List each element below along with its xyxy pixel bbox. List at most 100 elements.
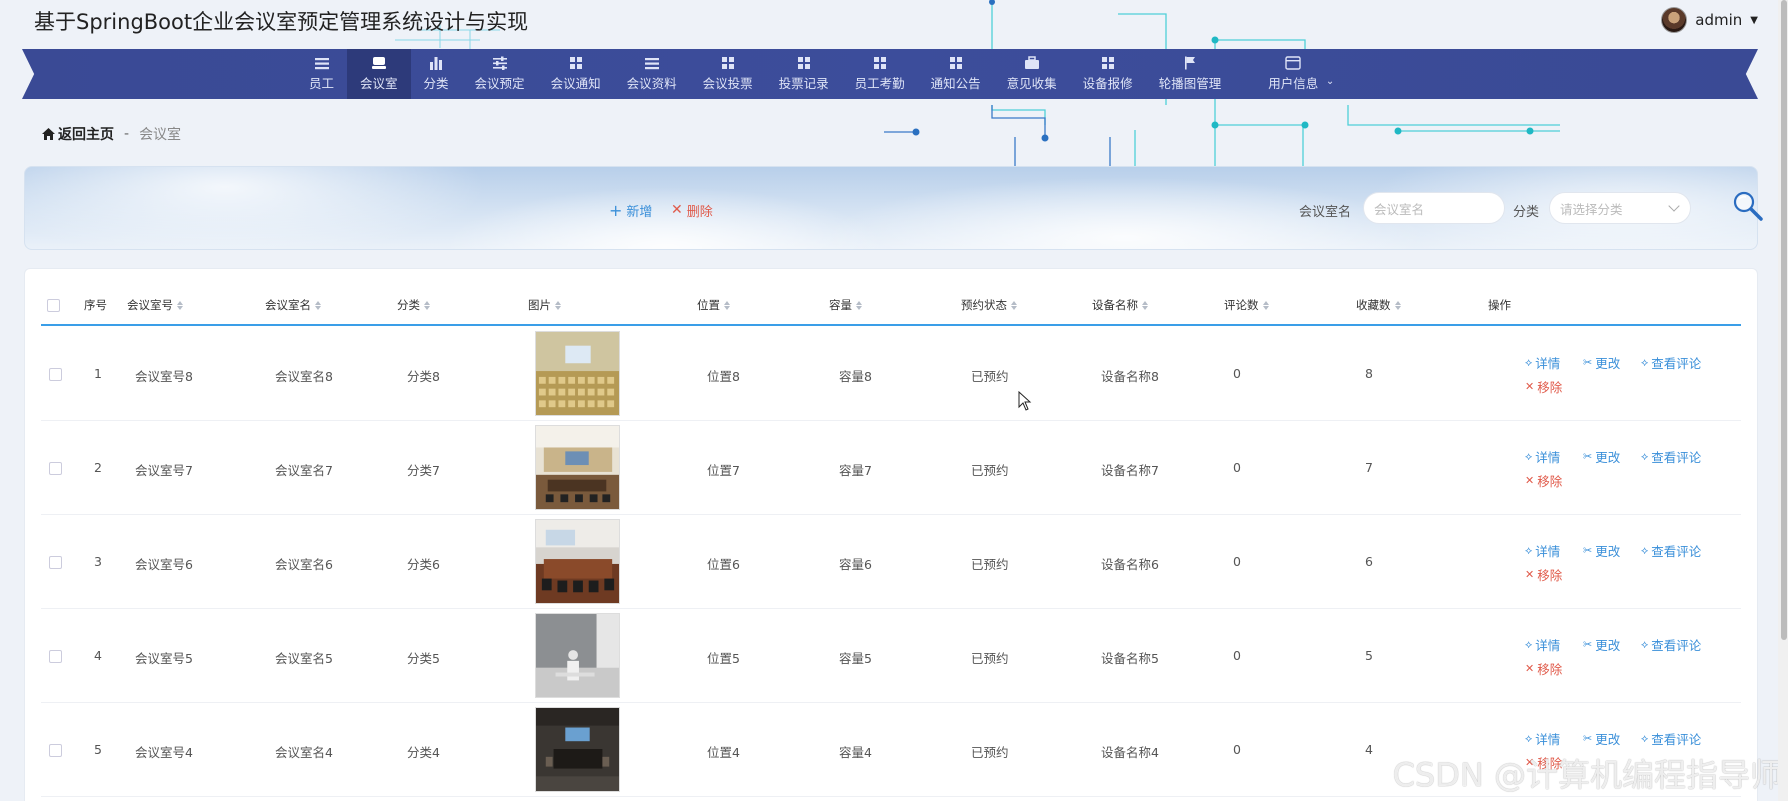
nav-item-6[interactable]: 会议投票 [690, 49, 766, 99]
sort-icon[interactable] [1262, 300, 1269, 310]
avatar[interactable] [1661, 7, 1688, 33]
th-category[interactable]: 分类 [397, 297, 430, 313]
cell-device: 设备名称7 [1101, 463, 1159, 478]
sort-icon[interactable] [555, 300, 561, 310]
remove-button-label: 移除 [1537, 474, 1563, 489]
sort-icon[interactable] [1011, 300, 1017, 310]
nav-item-2[interactable]: 分类 [411, 49, 462, 99]
nav-item-11[interactable]: 设备报修 [1070, 49, 1146, 99]
sort-icon[interactable] [1142, 300, 1148, 310]
detail-button[interactable]: ⟡ 详情 [1525, 447, 1560, 466]
th-comments[interactable]: 评论数 [1224, 297, 1269, 313]
nav-item-3[interactable]: 会议预定 [462, 49, 538, 99]
view-comments-button[interactable]: ⟡ 查看评论 [1641, 353, 1701, 372]
nav-item-5[interactable]: 会议资料 [614, 49, 690, 99]
th-location[interactable]: 位置 [697, 297, 730, 313]
detail-button[interactable]: ⟡ 详情 [1525, 541, 1560, 560]
room-name-input[interactable]: 会议室名 [1363, 192, 1505, 224]
nav-item-0[interactable]: 员工 [296, 49, 347, 99]
edit-button[interactable]: ✂ 更改 [1583, 447, 1620, 466]
sort-icon[interactable] [315, 300, 321, 310]
view-comments-button[interactable]: ⟡ 查看评论 [1641, 729, 1701, 748]
view-comments-button-label: 查看评论 [1651, 356, 1702, 371]
scissors-icon: ✂ [1583, 544, 1593, 557]
nav-item-label: 设备报修 [1082, 76, 1133, 91]
close-icon: ✕ [671, 202, 683, 218]
bar-chart-icon [428, 56, 444, 70]
edit-button[interactable]: ✂ 更改 [1583, 635, 1620, 654]
breadcrumb-home-label[interactable]: 返回主页 [58, 124, 114, 144]
th-status[interactable]: 预约状态 [961, 297, 1017, 313]
row-checkbox[interactable] [49, 650, 62, 663]
edit-button[interactable]: ✂ 更改 [1583, 729, 1620, 748]
th-device[interactable]: 设备名称 [1092, 297, 1148, 313]
view-comments-button[interactable]: ⟡ 查看评论 [1641, 447, 1701, 466]
category-select[interactable]: 请选择分类 [1549, 192, 1691, 224]
th-favorites[interactable]: 收藏数 [1356, 297, 1401, 313]
table-row: 4 会议室号5 会议室名5 分类5 位置5 容量5 已预约 设备名称5 0 5 ⟡ 详情 ✂ 更改 ⟡ 查看评… [41, 609, 1741, 703]
room-thumbnail[interactable] [535, 425, 620, 510]
remove-button[interactable]: ✕ 移除 [1525, 471, 1562, 490]
row-checkbox[interactable] [49, 462, 62, 475]
th-room-no[interactable]: 会议室号 [127, 297, 183, 313]
nav-item-9[interactable]: 通知公告 [918, 49, 994, 99]
nav-item-label: 投票记录 [778, 76, 829, 91]
room-thumbnail[interactable] [535, 707, 620, 792]
detail-icon: ⟡ [1525, 355, 1533, 369]
sort-icon[interactable] [1394, 300, 1401, 310]
view-comments-button[interactable]: ⟡ 查看评论 [1641, 541, 1701, 560]
cell-favorites: 8 [1365, 366, 1373, 381]
sort-icon[interactable] [724, 300, 730, 310]
room-thumbnail[interactable] [535, 613, 620, 698]
sort-icon[interactable] [177, 300, 183, 310]
search-icon[interactable] [1731, 189, 1765, 223]
remove-button[interactable]: ✕ 移除 [1525, 659, 1562, 678]
cell-comments: 0 [1233, 554, 1241, 569]
th-image[interactable]: 图片 [528, 297, 561, 313]
nav-item-7[interactable]: 投票记录 [766, 49, 842, 99]
username[interactable]: admin [1695, 11, 1742, 29]
cell-category: 分类4 [407, 745, 440, 760]
remove-button[interactable]: ✕ 移除 [1525, 565, 1562, 584]
breadcrumb-current: 会议室 [139, 127, 182, 143]
th-room-name[interactable]: 会议室名 [265, 297, 321, 313]
scrollbar-thumb[interactable] [1781, 0, 1787, 640]
cell-index: 1 [94, 366, 102, 381]
nav-item-13[interactable]: 用户信息 ⌄ [1234, 49, 1338, 99]
edit-button[interactable]: ✂ 更改 [1583, 541, 1620, 560]
room-thumbnail[interactable] [535, 519, 620, 604]
remove-button[interactable]: ✕ 移除 [1525, 377, 1562, 396]
th-category-label: 分类 [397, 298, 420, 312]
comment-icon: ⟡ [1641, 543, 1649, 557]
select-all-checkbox[interactable] [47, 299, 60, 312]
sort-icon[interactable] [424, 300, 430, 310]
cell-favorites: 4 [1365, 742, 1373, 757]
row-checkbox[interactable] [49, 744, 62, 757]
nav-item-12[interactable]: 轮播图管理 [1146, 49, 1235, 99]
edit-button[interactable]: ✂ 更改 [1583, 353, 1620, 372]
row-checkbox[interactable] [49, 556, 62, 569]
view-comments-button[interactable]: ⟡ 查看评论 [1641, 635, 1701, 654]
add-button[interactable]: + 新增 [609, 201, 652, 221]
nav-item-10[interactable]: 意见收集 [994, 49, 1070, 99]
caret-down-icon[interactable]: ▼ [1750, 15, 1758, 26]
user-menu[interactable]: admin ▼ [1661, 6, 1758, 34]
nav-item-label: 通知公告 [930, 76, 981, 91]
detail-button[interactable]: ⟡ 详情 [1525, 635, 1560, 654]
nav-item-4[interactable]: 会议通知 [538, 49, 614, 99]
page-scrollbar[interactable] [1778, 0, 1788, 801]
cell-comments: 0 [1233, 742, 1241, 757]
cell-capacity: 容量5 [839, 651, 872, 666]
detail-button[interactable]: ⟡ 详情 [1525, 729, 1560, 748]
delete-button[interactable]: ✕ 删除 [671, 201, 713, 220]
breadcrumb-home[interactable]: 返回主页 [42, 124, 114, 144]
th-capacity[interactable]: 容量 [829, 297, 862, 313]
room-thumbnail[interactable] [535, 331, 620, 416]
nav-item-1[interactable]: 会议室 [347, 49, 411, 99]
nav-item-8[interactable]: 员工考勤 [842, 49, 918, 99]
row-checkbox[interactable] [49, 368, 62, 381]
detail-button[interactable]: ⟡ 详情 [1525, 353, 1560, 372]
sort-icon[interactable] [856, 300, 862, 310]
cell-room-name: 会议室名7 [275, 463, 333, 478]
list-icon [314, 56, 330, 70]
